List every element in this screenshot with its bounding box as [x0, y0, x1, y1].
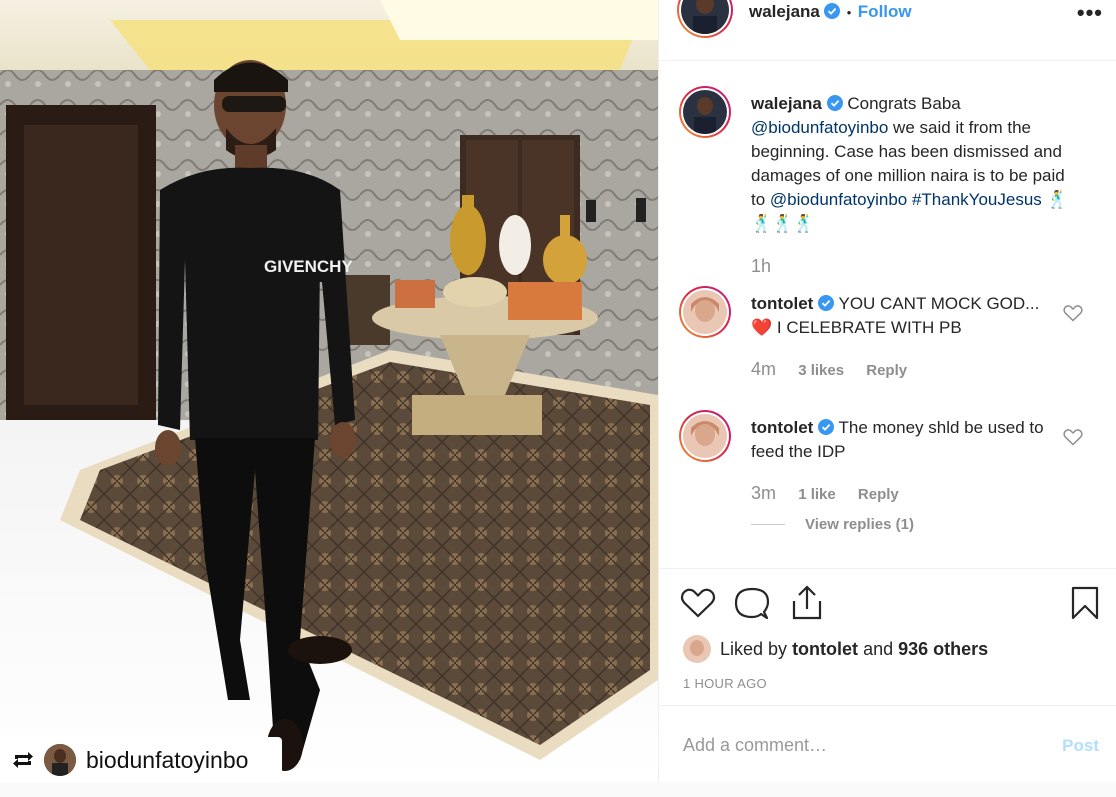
- verified-badge-icon: [824, 3, 841, 19]
- more-options-icon[interactable]: •••: [1077, 0, 1103, 26]
- comment-meta: 4m 3 likes Reply: [751, 359, 925, 380]
- repost-icon: [13, 752, 33, 768]
- verified-badge-icon: [818, 295, 835, 311]
- comment-reply-button[interactable]: Reply: [866, 362, 907, 379]
- like-comment-heart-icon[interactable]: [1063, 428, 1083, 446]
- comment-time[interactable]: 3m: [751, 483, 776, 503]
- comment-author[interactable]: tontolet: [751, 418, 813, 437]
- likes-user[interactable]: tontolet: [792, 639, 858, 660]
- caption-text: walejana Congrats Baba @biodunfatoyinbo …: [751, 92, 1081, 236]
- liker-avatar[interactable]: [683, 635, 711, 663]
- comment-author[interactable]: tontolet: [751, 294, 813, 313]
- view-replies[interactable]: View replies (1): [751, 516, 932, 533]
- caption-mention-1[interactable]: @biodunfatoyinbo: [751, 118, 888, 137]
- view-replies-line: [751, 524, 785, 525]
- comment-meta: 3m 1 like Reply: [751, 483, 917, 504]
- caption-hashtag[interactable]: #ThankYouJesus: [912, 190, 1042, 209]
- author-username[interactable]: walejana: [749, 2, 820, 21]
- repost-attribution[interactable]: biodunfatoyinbo: [0, 737, 282, 783]
- svg-text:GIVENCHY: GIVENCHY: [264, 257, 353, 276]
- caption-text-1: Congrats Baba: [847, 94, 961, 113]
- comment-time[interactable]: 4m: [751, 359, 776, 379]
- caption-meta: 1h: [751, 256, 789, 277]
- follow-button[interactable]: Follow: [858, 2, 912, 21]
- save-bookmark-icon[interactable]: [1071, 586, 1099, 620]
- comment-avatar[interactable]: [679, 410, 731, 462]
- comment-text: tontolet YOU CANT MOCK GOD... ❤️ I CELEB…: [751, 292, 1051, 340]
- comment-likes[interactable]: 1 like: [798, 486, 836, 503]
- like-heart-icon[interactable]: [680, 587, 716, 619]
- repost-avatar: [44, 744, 76, 776]
- post-comment-button[interactable]: Post: [1062, 736, 1099, 756]
- likes-prefix: Liked by: [720, 638, 788, 659]
- add-comment-bar: Post: [659, 705, 1116, 783]
- comment-text-1: YOU CANT MOCK GOD...: [838, 294, 1040, 313]
- comment-avatar[interactable]: [679, 286, 731, 338]
- comment-text-2: I CELEBRATE WITH PB: [776, 318, 962, 337]
- follow-separator: •: [846, 5, 852, 20]
- post-header: walejana • Follow •••: [659, 0, 1116, 61]
- photo-illustration: GIVENCHY: [0, 0, 658, 782]
- view-replies-label[interactable]: View replies (1): [805, 516, 914, 533]
- posted-time[interactable]: 1 HOUR AGO: [683, 676, 767, 691]
- post-photo[interactable]: GIVENCHY: [0, 0, 658, 782]
- author-avatar[interactable]: [677, 0, 733, 38]
- verified-badge-icon: [818, 419, 835, 435]
- comment-likes[interactable]: 3 likes: [798, 362, 844, 379]
- post-side-panel: walejana • Follow ••• walejana Congrats …: [658, 0, 1116, 782]
- comment-emoji: ❤️: [751, 318, 773, 337]
- likes-others[interactable]: 936 others: [898, 639, 988, 660]
- caption-avatar[interactable]: [679, 86, 731, 138]
- caption-time[interactable]: 1h: [751, 256, 771, 276]
- likes-and: and: [863, 638, 894, 659]
- comment-bubble-icon[interactable]: [734, 587, 770, 621]
- repost-username[interactable]: biodunfatoyinbo: [86, 747, 248, 774]
- caption-mention-2[interactable]: @biodunfatoyinbo: [770, 190, 907, 209]
- action-bar: [659, 568, 1116, 620]
- verified-badge-icon: [826, 95, 843, 111]
- comment-text: tontolet The money shld be used to feed …: [751, 416, 1051, 464]
- share-icon[interactable]: [790, 585, 824, 621]
- add-comment-input[interactable]: [681, 734, 1025, 757]
- likes-summary: Liked by tontolet and 936 others: [683, 635, 988, 663]
- like-comment-heart-icon[interactable]: [1063, 304, 1083, 322]
- comment-reply-button[interactable]: Reply: [858, 486, 899, 503]
- caption-author[interactable]: walejana: [751, 94, 822, 113]
